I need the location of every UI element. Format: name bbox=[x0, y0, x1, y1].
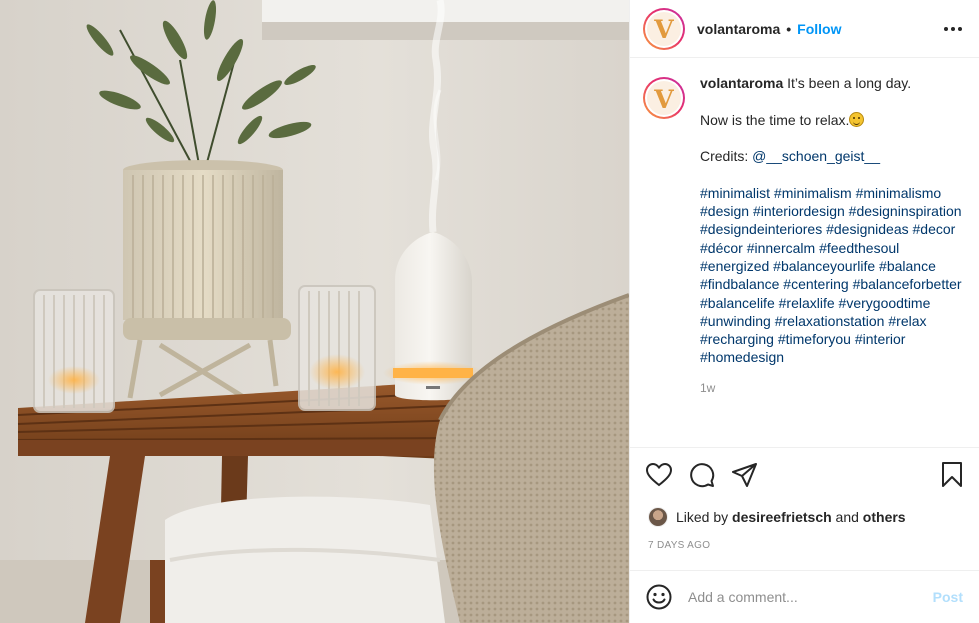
header-username[interactable]: volantaroma bbox=[697, 21, 780, 37]
header-separator: • bbox=[786, 20, 792, 37]
hashtag-link[interactable]: #centering bbox=[783, 276, 848, 292]
likes-others-link[interactable]: others bbox=[863, 509, 906, 525]
hashtag-link[interactable]: #minimalist bbox=[700, 185, 770, 201]
hashtag-link[interactable]: #unwinding bbox=[700, 313, 771, 329]
heart-icon[interactable] bbox=[646, 462, 672, 488]
hashtag-link[interactable]: #minimalism bbox=[774, 185, 852, 201]
likes-summary: Liked by desireefrietsch and others bbox=[648, 507, 967, 527]
post-sidebar: V volantaroma • Follow V volantaroma It’… bbox=[629, 0, 979, 623]
brand-logo: V bbox=[654, 84, 674, 114]
hashtag-link[interactable]: #balanceforbetter bbox=[853, 276, 962, 292]
hashtag-link[interactable]: #design bbox=[700, 203, 749, 219]
hashtag-link[interactable]: #décor bbox=[700, 240, 743, 256]
credits-mention-link[interactable]: @__schoen_geist__ bbox=[752, 148, 880, 164]
comment-input[interactable] bbox=[688, 589, 933, 605]
hashtag-link[interactable]: #recharging bbox=[700, 331, 774, 347]
liker-username-link[interactable]: desireefrietsch bbox=[732, 509, 832, 525]
hashtag-link[interactable]: #findbalance bbox=[700, 276, 779, 292]
post-header: V volantaroma • Follow bbox=[630, 0, 979, 58]
smile-icon[interactable] bbox=[646, 584, 672, 610]
caption: V volantaroma It’s been a long day. Now … bbox=[643, 74, 967, 444]
hashtag-link[interactable]: #interior bbox=[855, 331, 906, 347]
hashtag-link[interactable]: #balancelife bbox=[700, 295, 775, 311]
post-photo[interactable] bbox=[0, 0, 629, 623]
hashtag-link[interactable]: #balance bbox=[879, 258, 936, 274]
credits-label: Credits: bbox=[700, 148, 749, 165]
hashtag-link[interactable]: #timeforyou bbox=[778, 331, 851, 347]
hashtag-link[interactable]: #verygoodtime bbox=[839, 295, 931, 311]
comment-box: Post bbox=[630, 571, 979, 623]
caption-username[interactable]: volantaroma bbox=[700, 75, 783, 91]
follow-button[interactable]: Follow bbox=[797, 21, 841, 37]
post-date[interactable]: 7 DAYS AGO bbox=[648, 540, 710, 551]
likes-conjunction: and bbox=[835, 509, 859, 525]
hashtag-link[interactable]: #innercalm bbox=[747, 240, 815, 256]
grinning-face-emoji-icon bbox=[849, 111, 865, 127]
hashtag-list: #minimalist #minimalism #minimalismo #de… bbox=[700, 184, 967, 367]
time-ago[interactable]: 1w bbox=[700, 379, 967, 397]
hashtag-link[interactable]: #minimalismo bbox=[856, 185, 942, 201]
likes-prefix: Liked by bbox=[676, 509, 729, 525]
divider bbox=[630, 447, 979, 448]
hashtag-link[interactable]: #designinspiration bbox=[849, 203, 962, 219]
hashtag-link[interactable]: #feedthesoul bbox=[819, 240, 899, 256]
caption-body: volantaroma It’s been a long day. Now is… bbox=[700, 74, 967, 444]
comment-icon[interactable] bbox=[689, 462, 715, 488]
liker-avatar[interactable] bbox=[648, 507, 668, 527]
hashtag-link[interactable]: #energized bbox=[700, 258, 769, 274]
hashtag-link[interactable]: #decor bbox=[913, 221, 956, 237]
brand-logo: V bbox=[654, 15, 674, 44]
caption-line-2: Now is the time to relax. bbox=[700, 111, 850, 128]
hashtag-link[interactable]: #balanceyourlife bbox=[773, 258, 875, 274]
hashtag-link[interactable]: #designideas bbox=[826, 221, 909, 237]
caption-line-1: It’s been a long day. bbox=[787, 75, 912, 91]
post-comment-button[interactable]: Post bbox=[933, 589, 963, 605]
hashtag-link[interactable]: #relaxlife bbox=[779, 295, 835, 311]
caption-avatar[interactable]: V bbox=[643, 77, 685, 119]
share-icon[interactable] bbox=[732, 462, 758, 488]
bookmark-icon[interactable] bbox=[939, 462, 965, 488]
avatar[interactable]: V bbox=[643, 7, 685, 50]
hashtag-link[interactable]: #homedesign bbox=[700, 349, 784, 365]
hashtag-link[interactable]: #relaxationstation bbox=[775, 313, 885, 329]
action-bar bbox=[646, 460, 965, 490]
hashtag-link[interactable]: #interiordesign bbox=[753, 203, 845, 219]
hashtag-link[interactable]: #relax bbox=[888, 313, 926, 329]
more-options-icon[interactable] bbox=[939, 17, 967, 41]
hashtag-link[interactable]: #designdeinteriores bbox=[700, 221, 822, 237]
